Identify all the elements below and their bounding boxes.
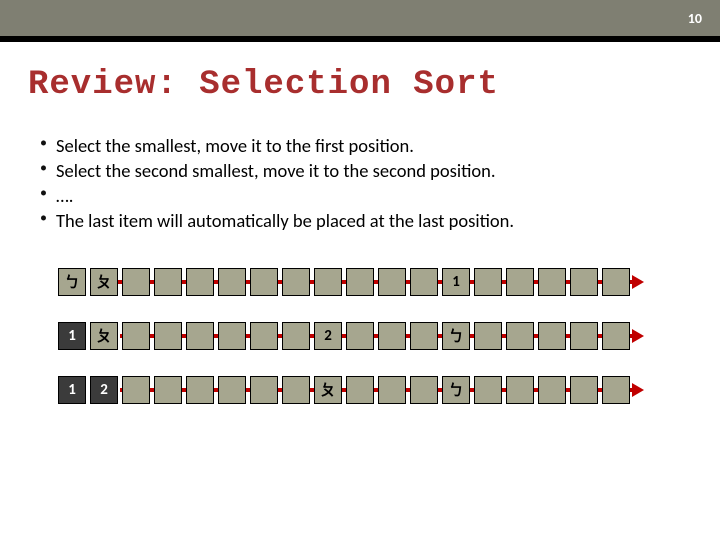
page-title: Review: Selection Sort xyxy=(28,66,720,104)
array-row: 12 ㄆ ㄅ xyxy=(58,376,720,404)
array-cell xyxy=(410,376,438,404)
array-cell xyxy=(602,376,630,404)
array-cell xyxy=(378,322,406,350)
array-cell xyxy=(122,376,150,404)
array-cell: ㄆ xyxy=(90,322,118,350)
array-cell xyxy=(250,322,278,350)
array-cell xyxy=(410,268,438,296)
array-cell xyxy=(154,376,182,404)
array-cell xyxy=(250,268,278,296)
array-cell xyxy=(346,322,374,350)
array-cell xyxy=(218,268,246,296)
array-cell xyxy=(154,268,182,296)
array-cell xyxy=(282,376,310,404)
list-item: Select the smallest, move it to the firs… xyxy=(40,134,720,159)
array-cell xyxy=(506,376,534,404)
array-rows: ㄅㄆ11ㄆ2ㄅ12ㄆㄅ xyxy=(58,268,720,404)
array-cell xyxy=(282,322,310,350)
array-cell xyxy=(506,268,534,296)
array-cell xyxy=(122,268,150,296)
array-cell xyxy=(538,376,566,404)
array-cell xyxy=(474,322,502,350)
array-cell: 2 xyxy=(314,322,342,350)
array-cell xyxy=(218,322,246,350)
list-item: …. xyxy=(40,184,720,209)
array-cell: ㄅ xyxy=(442,376,470,404)
cell-row: ㄅㄆ 1 xyxy=(58,268,720,296)
array-cell: 1 xyxy=(442,268,470,296)
array-cell xyxy=(250,376,278,404)
array-cell: ㄆ xyxy=(90,268,118,296)
cell-row: 1ㄆ 2 ㄅ xyxy=(58,322,720,350)
list-item: The last item will automatically be plac… xyxy=(40,209,720,234)
list-item: Select the second smallest, move it to t… xyxy=(40,159,720,184)
cell-row: 12 ㄆ ㄅ xyxy=(58,376,720,404)
array-cell: ㄆ xyxy=(314,376,342,404)
slide: 10 Review: Selection Sort Select the sma… xyxy=(0,0,720,540)
array-cell xyxy=(186,376,214,404)
array-cell xyxy=(602,322,630,350)
page-number: 10 xyxy=(688,10,702,27)
array-cell xyxy=(474,376,502,404)
array-cell: 1 xyxy=(58,322,86,350)
array-cell xyxy=(538,268,566,296)
array-cell xyxy=(602,268,630,296)
array-cell xyxy=(506,322,534,350)
array-cell: 2 xyxy=(90,376,118,404)
array-cell: ㄅ xyxy=(442,322,470,350)
array-cell: 1 xyxy=(58,376,86,404)
array-cell xyxy=(378,376,406,404)
array-cell xyxy=(570,376,598,404)
array-cell xyxy=(538,322,566,350)
top-bar: 10 xyxy=(0,0,720,36)
array-cell xyxy=(122,322,150,350)
array-cell: ㄅ xyxy=(58,268,86,296)
array-cell xyxy=(314,268,342,296)
array-row: 1ㄆ 2 ㄅ xyxy=(58,322,720,350)
array-cell xyxy=(346,376,374,404)
array-cell xyxy=(474,268,502,296)
array-cell xyxy=(570,322,598,350)
array-cell xyxy=(218,376,246,404)
array-cell xyxy=(378,268,406,296)
array-cell xyxy=(346,268,374,296)
array-cell xyxy=(186,322,214,350)
bullet-list: Select the smallest, move it to the firs… xyxy=(40,134,720,234)
array-cell xyxy=(570,268,598,296)
array-cell xyxy=(186,268,214,296)
array-cell xyxy=(154,322,182,350)
array-row: ㄅㄆ 1 xyxy=(58,268,720,296)
array-cell xyxy=(282,268,310,296)
divider-band xyxy=(0,36,720,42)
array-cell xyxy=(410,322,438,350)
